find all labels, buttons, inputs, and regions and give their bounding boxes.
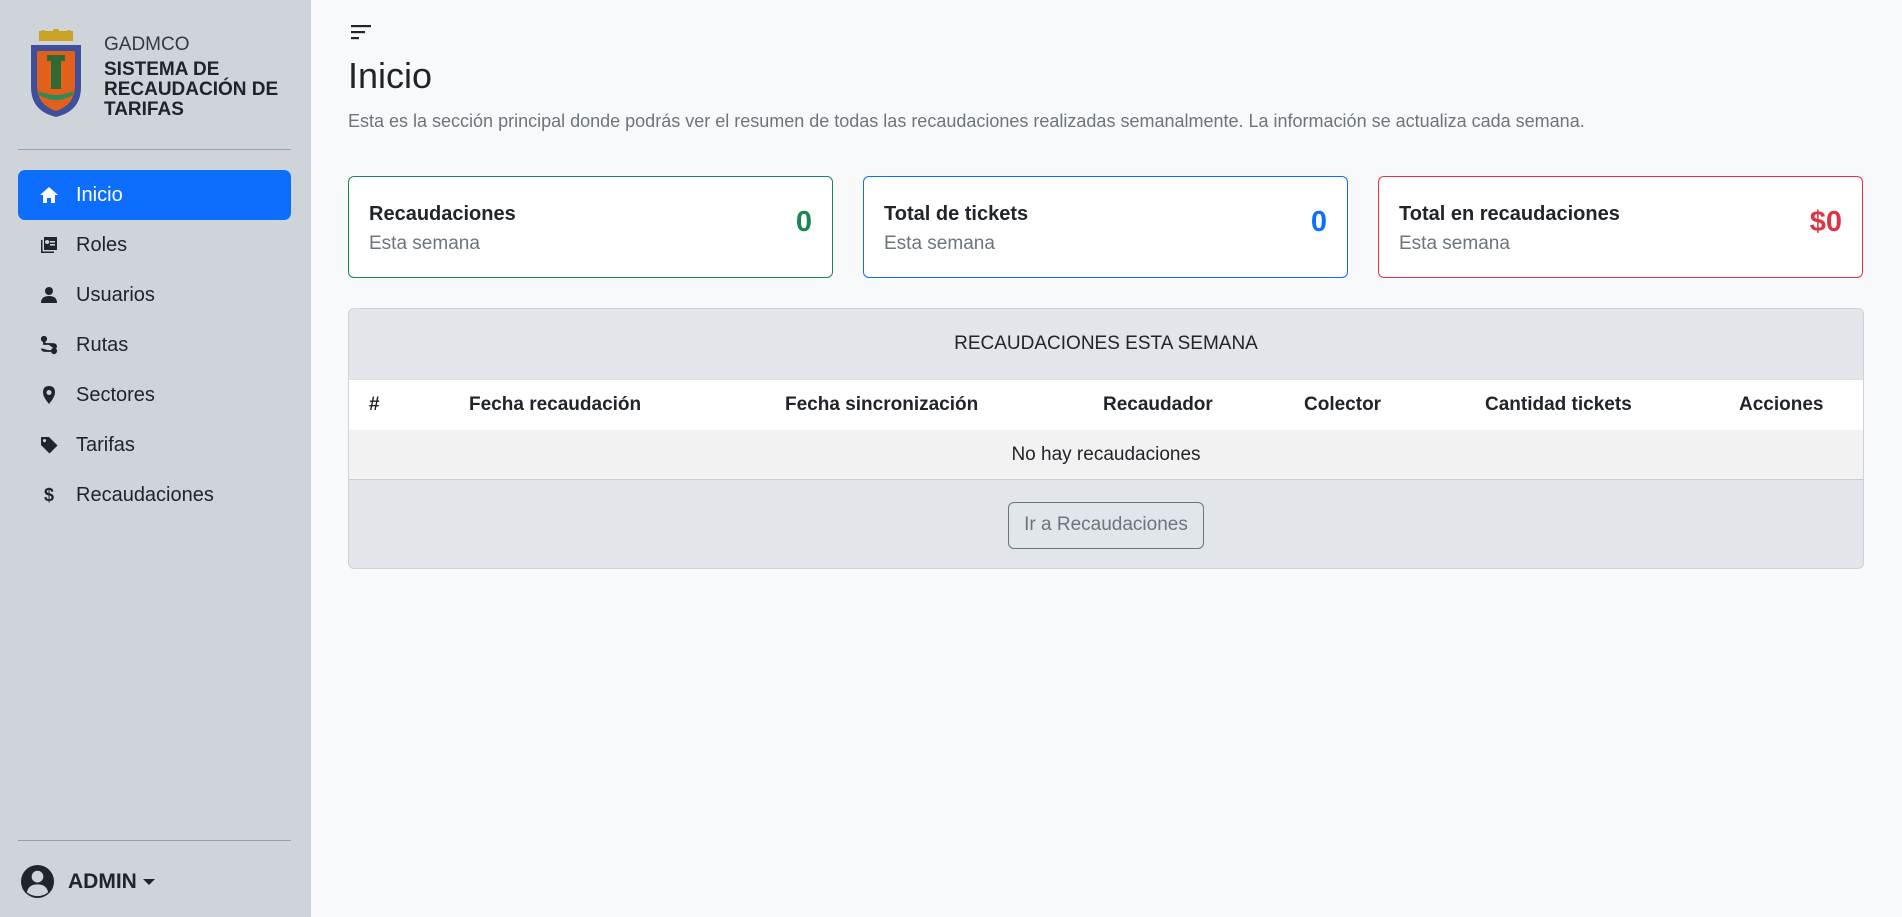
- sidebar-item-tarifas[interactable]: Tarifas: [18, 420, 291, 470]
- card-subtitle: Esta semana: [1399, 233, 1510, 254]
- stat-card-total-recaudaciones: Total en recaudaciones Esta semana $0: [1378, 176, 1863, 278]
- brand: GADMCO SISTEMA DE RECAUDACIÓN DE TARIFAS: [27, 29, 297, 121]
- sidebar-item-label: Sectores: [76, 383, 155, 406]
- sidebar: GADMCO SISTEMA DE RECAUDACIÓN DE TARIFAS…: [0, 0, 311, 917]
- column-header: Fecha sincronización: [785, 394, 979, 415]
- go-to-recaudaciones-button[interactable]: Ir a Recaudaciones: [1008, 501, 1204, 549]
- sidebar-item-recaudaciones[interactable]: $ Recaudaciones: [18, 470, 291, 520]
- sidebar-item-inicio[interactable]: Inicio: [18, 170, 291, 220]
- sidebar-item-label: Roles: [76, 233, 128, 256]
- sidebar-item-label: Tarifas: [76, 433, 135, 456]
- caret-down-icon: [142, 878, 155, 885]
- sidebar-item-sectores[interactable]: Sectores: [18, 370, 291, 420]
- tag-icon: [38, 434, 60, 456]
- page-title: Inicio: [348, 55, 433, 96]
- sidebar-item-usuarios[interactable]: Usuarios: [18, 270, 291, 320]
- sidebar-item-label: Recaudaciones: [76, 483, 214, 506]
- sidebar-divider: [18, 840, 291, 841]
- dollar-icon: $: [43, 484, 54, 505]
- avatar-icon: [20, 864, 55, 899]
- column-header: Cantidad tickets: [1485, 394, 1632, 415]
- column-header: Recaudador: [1103, 394, 1213, 415]
- user-name: ADMIN: [68, 869, 137, 893]
- menu-toggle-icon[interactable]: [348, 22, 374, 44]
- card-subtitle: Esta semana: [884, 233, 995, 254]
- home-icon: [38, 184, 60, 206]
- stat-card-recaudaciones: Recaudaciones Esta semana 0: [348, 176, 833, 278]
- brand-org: GADMCO: [104, 34, 190, 55]
- panel-title: RECAUDACIONES ESTA SEMANA: [349, 309, 1863, 380]
- user-menu-toggle[interactable]: ADMIN: [20, 864, 155, 899]
- column-header: #: [369, 394, 380, 415]
- sidebar-nav: Inicio Roles Usuarios Rutas Sectores Tar…: [18, 170, 291, 520]
- location-pin-icon: [38, 384, 60, 406]
- card-value: $0: [1809, 206, 1842, 238]
- sidebar-item-roles[interactable]: Roles: [18, 220, 291, 270]
- sidebar-item-label: Rutas: [76, 333, 129, 356]
- card-subtitle: Esta semana: [369, 233, 480, 254]
- page-description: Esta es la sección principal donde podrá…: [348, 111, 1585, 131]
- roles-icon: [38, 234, 60, 256]
- brand-system-name: SISTEMA DE RECAUDACIÓN DE TARIFAS: [104, 59, 279, 120]
- user-icon: [38, 284, 60, 306]
- empty-table-message: No hay recaudaciones: [349, 430, 1863, 480]
- column-header: Colector: [1304, 394, 1382, 415]
- sidebar-item-label: Inicio: [76, 183, 123, 206]
- route-icon: [38, 334, 60, 356]
- stat-card-total-tickets: Total de tickets Esta semana 0: [863, 176, 1348, 278]
- column-header: Fecha recaudación: [469, 394, 642, 415]
- table-header-row: # Fecha recaudación Fecha sincronización…: [349, 380, 1863, 430]
- weekly-collections-panel: RECAUDACIONES ESTA SEMANA # Fecha recaud…: [348, 308, 1864, 569]
- card-title: Total de tickets: [884, 203, 1029, 225]
- collections-table: # Fecha recaudación Fecha sincronización…: [349, 380, 1863, 480]
- card-title: Total en recaudaciones: [1399, 203, 1620, 225]
- card-title: Recaudaciones: [369, 203, 516, 225]
- sidebar-divider: [18, 149, 291, 150]
- panel-footer: Ir a Recaudaciones: [349, 481, 1863, 568]
- column-header: Acciones: [1739, 394, 1824, 415]
- card-value: 0: [1310, 206, 1327, 238]
- card-value: 0: [795, 206, 812, 238]
- coat-of-arms-logo: [31, 29, 81, 117]
- sidebar-item-label: Usuarios: [76, 283, 155, 306]
- sidebar-item-rutas[interactable]: Rutas: [18, 320, 291, 370]
